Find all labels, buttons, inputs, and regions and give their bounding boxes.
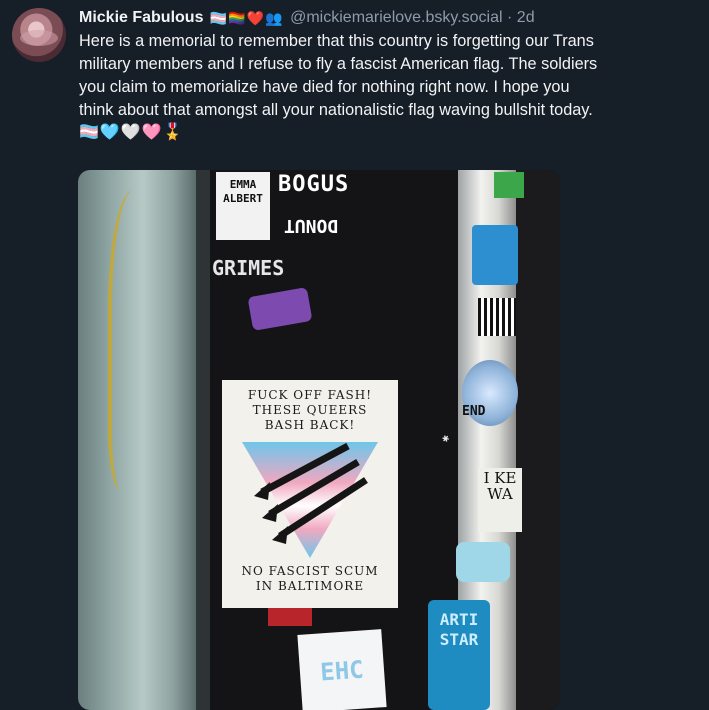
author-handle[interactable]: @mickiemarielove.bsky.social xyxy=(290,9,502,26)
anti-fascist-poster: FUCK OFF FASH! THESE QUEERS BASH BACK! N… xyxy=(222,380,398,608)
poster-line: FUCK OFF FASH! xyxy=(247,388,373,402)
sticker-ghost xyxy=(456,542,510,582)
trans-triangle-arrows-icon xyxy=(242,442,378,558)
poster-line: BASH BACK! xyxy=(264,418,356,432)
sticker-end: END xyxy=(462,404,486,419)
author-badge-emojis: 🏳️‍⚧️🏳️‍🌈❤️👥 xyxy=(209,10,284,26)
author-avatar[interactable] xyxy=(12,8,66,62)
separator-dot: · xyxy=(507,9,513,26)
sticker-donut: DONUT xyxy=(284,215,339,236)
photo-graffiti-scrawl xyxy=(108,190,172,490)
post-text-line: think about that amongst all your nation… xyxy=(79,101,593,119)
post-text-line: Here is a memorial to remember that this… xyxy=(79,32,594,50)
sticker-emma: EMMA ALBERT xyxy=(216,172,270,240)
post-body: Here is a memorial to remember that this… xyxy=(79,30,709,144)
post-emoji-line: 🏳️‍⚧️🩵🤍🩷🎖️ xyxy=(79,124,184,141)
sticker-bogus: BOGUS xyxy=(278,172,350,197)
post-image[interactable]: EMMA ALBERT BOGUS DONUT GRIMES FUCK OFF … xyxy=(78,170,560,710)
photo-window-frame xyxy=(196,170,210,710)
sticker-green xyxy=(494,172,524,198)
post-text-line: military members and I refuse to fly a f… xyxy=(79,55,598,73)
post-timestamp[interactable]: 2d xyxy=(517,9,535,26)
sticker-blue xyxy=(472,225,518,285)
post-text-line: you claim to memorialize have died for n… xyxy=(79,78,570,96)
post: Mickie Fabulous 🏳️‍⚧️🏳️‍🌈❤️👥 @mickiemari… xyxy=(79,6,709,144)
poster-top-text: FUCK OFF FASH! THESE QUEERS BASH BACK! xyxy=(222,388,398,433)
post-header: Mickie Fabulous 🏳️‍⚧️🏳️‍🌈❤️👥 @mickiemari… xyxy=(79,6,709,30)
poster-bottom-text: NO FASCIST SCUM IN BALTIMORE xyxy=(222,564,398,594)
sticker-ehc: EHC xyxy=(297,629,387,710)
author-name[interactable]: Mickie Fabulous xyxy=(79,9,203,26)
poster-line: IN BALTIMORE xyxy=(255,579,365,593)
sticker-qr-code xyxy=(478,298,516,336)
sticker-arti-star: ARTI STAR xyxy=(428,600,490,710)
poster-line: NO FASCIST SCUM xyxy=(241,564,379,578)
poster-line: THESE QUEERS xyxy=(252,403,368,417)
sticker-ken: I KE WA xyxy=(478,468,522,532)
sticker-grimes: GRIMES xyxy=(212,256,285,280)
